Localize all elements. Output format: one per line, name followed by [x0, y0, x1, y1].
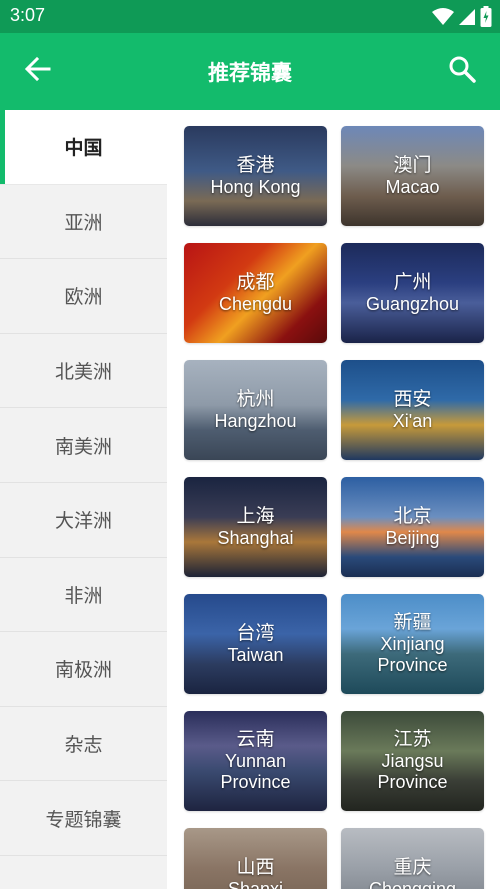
card-title-en: Shanghai — [217, 527, 294, 548]
wifi-icon — [432, 7, 454, 26]
sidebar-item-africa[interactable]: 非洲 — [0, 558, 167, 633]
sidebar-item-label: 亚洲 — [64, 211, 103, 234]
card-title-en-line2: Province — [220, 772, 291, 793]
region-sidebar: 中国 亚洲 欧洲 北美洲 南美洲 大洋洲 非洲 南极洲 杂志 专题锦囊 — [0, 110, 167, 889]
card-title-cn: 台湾 — [236, 621, 275, 644]
destination-card-yunnan[interactable]: 云南 Yunnan Province — [184, 711, 327, 811]
sidebar-item-south-america[interactable]: 南美洲 — [0, 408, 167, 483]
card-title-en: Guangzhou — [365, 293, 460, 314]
card-title-cn: 山西 — [236, 855, 275, 878]
card-title-en-line2: Province — [377, 772, 448, 793]
sidebar-item-label: 欧洲 — [64, 286, 103, 309]
card-title-en: Chengdu — [218, 293, 293, 314]
sidebar-item-label: 杂志 — [64, 734, 103, 757]
card-title-en: Xinjiang — [380, 633, 445, 654]
card-title-en: Hangzhou — [214, 410, 297, 431]
destination-card-shanghai[interactable]: 上海 Shanghai — [184, 477, 327, 577]
sidebar-item-magazine[interactable]: 杂志 — [0, 707, 167, 782]
battery-icon — [480, 6, 492, 27]
card-title-cn: 杭州 — [236, 387, 275, 410]
sidebar-item-china[interactable]: 中国 — [0, 110, 167, 185]
card-title-cn: 上海 — [236, 504, 275, 527]
destination-card-chengdu[interactable]: 成都 Chengdu — [184, 243, 327, 343]
card-title-en: Hong Kong — [210, 176, 301, 197]
card-title-en: Chongqing — [368, 878, 457, 889]
card-title-en: Macao — [385, 176, 440, 197]
page-title: 推荐锦囊 — [208, 61, 292, 85]
destination-card-shanxi[interactable]: 山西 Shanxi — [184, 828, 327, 889]
destination-card-jiangsu[interactable]: 江苏 Jiangsu Province — [341, 711, 484, 811]
card-title-en: Beijing — [385, 527, 440, 548]
destination-card-guangzhou[interactable]: 广州 Guangzhou — [341, 243, 484, 343]
destination-grid: 香港 Hong Kong 澳门 Macao 成都 Chengdu 广州 Guan… — [167, 110, 500, 889]
card-title-cn: 成都 — [236, 270, 275, 293]
destination-card-hangzhou[interactable]: 杭州 Hangzhou — [184, 360, 327, 460]
destination-card-beijing[interactable]: 北京 Beijing — [341, 477, 484, 577]
card-title-cn: 广州 — [393, 270, 432, 293]
sidebar-item-oceania[interactable]: 大洋洲 — [0, 483, 167, 558]
card-title-en: Shanxi — [227, 878, 284, 889]
sidebar-item-label: 大洋洲 — [54, 510, 112, 533]
sidebar-item-label: 北美洲 — [54, 361, 112, 384]
sidebar-item-label: 南美洲 — [54, 435, 112, 458]
status-bar: 3:07 — [0, 0, 500, 33]
sidebar-item-label: 中国 — [64, 137, 103, 160]
card-title-cn: 西安 — [393, 387, 432, 410]
card-title-en: Yunnan — [224, 750, 287, 771]
destination-card-taiwan[interactable]: 台湾 Taiwan — [184, 594, 327, 694]
card-title-cn: 新疆 — [393, 611, 432, 633]
card-title-cn: 重庆 — [393, 855, 432, 878]
card-title-cn: 北京 — [393, 504, 432, 527]
card-title-cn: 云南 — [236, 728, 275, 750]
sidebar-item-label: 专题锦囊 — [45, 808, 122, 831]
search-icon — [448, 55, 476, 87]
card-title-cn: 香港 — [236, 153, 275, 176]
status-icons — [432, 6, 492, 27]
destination-card-chongqing[interactable]: 重庆 Chongqing — [341, 828, 484, 889]
card-title-cn: 江苏 — [393, 728, 432, 750]
search-button[interactable] — [442, 51, 482, 91]
sidebar-item-label: 非洲 — [64, 584, 103, 607]
destination-card-macao[interactable]: 澳门 Macao — [341, 126, 484, 226]
sidebar-item-topic-guides[interactable]: 专题锦囊 — [0, 781, 167, 856]
card-title-en: Xi'an — [392, 410, 433, 431]
destination-card-hong-kong[interactable]: 香港 Hong Kong — [184, 126, 327, 226]
sidebar-item-north-america[interactable]: 北美洲 — [0, 334, 167, 409]
card-title-en: Taiwan — [227, 644, 284, 665]
sidebar-item-asia[interactable]: 亚洲 — [0, 185, 167, 260]
card-title-en-line2: Province — [377, 655, 448, 676]
status-time: 3:07 — [10, 5, 46, 25]
destination-card-xinjiang[interactable]: 新疆 Xinjiang Province — [341, 594, 484, 694]
destination-card-xian[interactable]: 西安 Xi'an — [341, 360, 484, 460]
app-bar: 推荐锦囊 — [0, 33, 500, 110]
sidebar-item-antarctica[interactable]: 南极洲 — [0, 632, 167, 707]
card-title-cn: 澳门 — [393, 153, 432, 176]
sidebar-item-europe[interactable]: 欧洲 — [0, 259, 167, 334]
sidebar-item-label: 南极洲 — [54, 659, 112, 682]
cell-signal-icon — [458, 8, 476, 26]
card-title-en: Jiangsu — [381, 750, 444, 771]
